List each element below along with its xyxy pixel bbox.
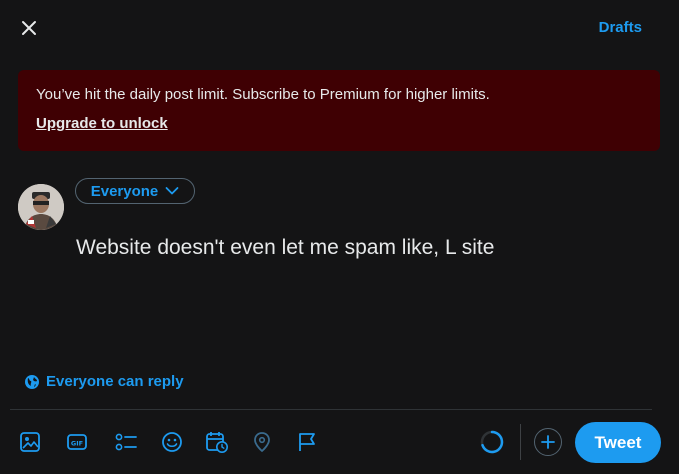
audience-label: Everyone <box>90 182 159 200</box>
upgrade-link[interactable]: Upgrade to unlock <box>36 115 168 132</box>
add-poll-button[interactable] <box>113 429 139 455</box>
poll-icon <box>115 433 137 451</box>
schedule-icon <box>206 432 228 453</box>
toolbar-separator <box>520 424 521 460</box>
drafts-link[interactable]: Drafts <box>599 19 642 36</box>
reply-setting-label: Everyone can reply <box>46 373 184 390</box>
tweet-text-area[interactable]: Website doesn't even let me spam like, L… <box>76 236 494 260</box>
post-limit-alert: You’ve hit the daily post limit. Subscri… <box>18 70 660 151</box>
gif-icon: GIF <box>67 434 87 450</box>
audience-selector[interactable]: Everyone <box>75 178 195 204</box>
add-emoji-button[interactable] <box>159 429 185 455</box>
emoji-icon <box>162 432 182 452</box>
add-media-button[interactable] <box>17 429 43 455</box>
schedule-button[interactable] <box>204 429 230 455</box>
tweet-button[interactable]: Tweet <box>575 422 661 463</box>
tag-button[interactable] <box>294 429 320 455</box>
divider <box>10 409 652 410</box>
add-thread-button[interactable] <box>534 428 562 456</box>
globe-icon <box>25 374 39 389</box>
character-progress-ring <box>480 430 504 454</box>
location-icon <box>254 432 270 453</box>
location-button <box>249 429 275 455</box>
avatar-image <box>18 184 64 230</box>
avatar[interactable] <box>18 184 64 230</box>
close-button[interactable] <box>14 13 44 43</box>
alert-message: You’ve hit the daily post limit. Subscri… <box>36 86 490 103</box>
reply-setting-button[interactable]: Everyone can reply <box>24 373 184 390</box>
close-icon <box>22 21 36 35</box>
add-gif-button[interactable]: GIF <box>64 429 90 455</box>
chevron-down-icon <box>165 187 179 195</box>
image-icon <box>20 432 40 452</box>
svg-text:GIF: GIF <box>71 440 83 448</box>
plus-icon <box>541 435 555 449</box>
flag-icon <box>299 433 315 451</box>
